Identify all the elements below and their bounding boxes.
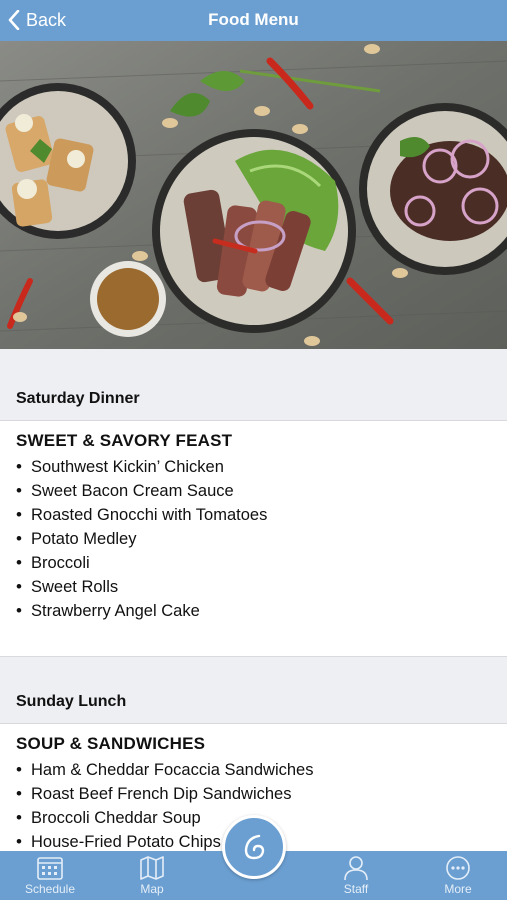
center-logo-button[interactable] (222, 815, 286, 879)
tab-more[interactable]: More (418, 851, 498, 900)
section-header-label: Saturday Dinner (16, 390, 140, 407)
menu-card-saturday: SWEET & SAVORY FEAST Southwest Kickin’ C… (16, 431, 496, 623)
tab-map[interactable]: Map (112, 851, 192, 900)
tab-label: More (444, 882, 472, 896)
calendar-icon (37, 857, 63, 880)
map-icon (140, 856, 164, 880)
food-photo (0, 41, 507, 349)
menu-item: Roasted Gnocchi with Tomatoes (16, 503, 496, 527)
menu-item: Strawberry Angel Cake (16, 599, 496, 623)
logo-icon (244, 834, 265, 860)
navigation-bar: Back Food Menu (0, 0, 507, 41)
hero-image (0, 41, 507, 349)
menu-item: Sweet Rolls (16, 575, 496, 599)
menu-item: Ham & Cheddar Focaccia Sandwiches (16, 758, 496, 782)
menu-item: Southwest Kickin’ Chicken (16, 455, 496, 479)
person-icon (344, 856, 368, 881)
tab-label: Map (140, 882, 164, 896)
menu-item: Broccoli (16, 551, 496, 575)
menu-item: Sweet Bacon Cream Sauce (16, 479, 496, 503)
menu-title: SOUP & SANDWICHES (16, 734, 206, 753)
section-header-label: Sunday Lunch (16, 693, 127, 710)
tab-label: Staff (343, 882, 369, 896)
section-header-saturday: Saturday Dinner (0, 349, 507, 421)
menu-item-list: Southwest Kickin’ Chicken Sweet Bacon Cr… (16, 455, 496, 623)
menu-item: Roast Beef French Dip Sandwiches (16, 782, 496, 806)
tab-staff[interactable]: Staff (316, 851, 396, 900)
tab-schedule[interactable]: Schedule (10, 851, 90, 900)
tab-label: Schedule (24, 882, 76, 896)
page-title: Food Menu (208, 10, 299, 29)
menu-item: Potato Medley (16, 527, 496, 551)
menu-title: SWEET & SAVORY FEAST (16, 431, 233, 450)
more-dots-icon (446, 856, 470, 880)
section-header-sunday: Sunday Lunch (0, 656, 507, 724)
